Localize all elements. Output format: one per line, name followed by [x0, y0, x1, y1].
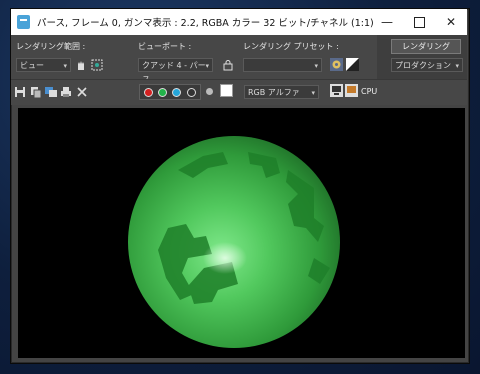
chevron-down-icon: ▾ [314, 62, 318, 70]
hand-pan-icon[interactable] [75, 59, 87, 71]
frame-buffer-icon[interactable] [345, 84, 358, 97]
region-select-icon[interactable] [91, 59, 103, 71]
blue-channel-toggle[interactable] [172, 88, 181, 97]
render-setup-icon[interactable] [330, 58, 343, 71]
copy-icon[interactable] [30, 86, 42, 98]
chevron-down-icon: ▾ [311, 89, 315, 97]
lock-icon[interactable] [222, 59, 234, 71]
chevron-down-icon: ▾ [455, 62, 459, 70]
preset-dropdown[interactable]: ▾ [243, 58, 322, 72]
cpu-label: CPU [361, 87, 378, 96]
preset-label: レンダリング プリセット : [243, 42, 339, 51]
green-channel-toggle[interactable] [158, 88, 167, 97]
chevron-down-icon: ▾ [205, 62, 209, 70]
channel-display-dropdown[interactable]: RGB アルファ ▾ [244, 85, 319, 99]
mono-toggle[interactable] [206, 88, 213, 95]
render-button[interactable]: レンダリング [391, 39, 461, 54]
environment-effects-icon[interactable] [346, 58, 359, 71]
chevron-down-icon: ▾ [63, 62, 67, 70]
render-viewport[interactable] [18, 108, 465, 358]
rendered-sphere [128, 136, 340, 348]
viewport-dropdown[interactable]: クアッド 4 - パース ▾ [138, 58, 213, 84]
render-area-label: レンダリング範囲 : [16, 42, 86, 51]
viewport-label: ビューポート : [138, 42, 192, 51]
clone-window-icon[interactable] [45, 86, 57, 98]
title-bar: パース, フレーム 0, ガンマ表示 : 2.2, RGBA カラー 32 ビッ… [11, 9, 467, 35]
save-icon[interactable] [14, 86, 26, 98]
minimize-button[interactable]: — [371, 9, 403, 35]
clear-icon[interactable] [76, 86, 88, 98]
production-dropdown[interactable]: プロダクション ▾ [391, 58, 463, 72]
maximize-button[interactable] [403, 9, 435, 35]
render-area-dropdown[interactable]: ビュー ▾ [16, 58, 71, 72]
close-button[interactable]: ✕ [435, 9, 467, 35]
background-color-swatch[interactable] [220, 84, 233, 97]
red-channel-toggle[interactable] [144, 88, 153, 97]
render-area-value: ビュー [20, 61, 44, 70]
window-title: パース, フレーム 0, ガンマ表示 : 2.2, RGBA カラー 32 ビッ… [37, 18, 374, 29]
app-icon [17, 15, 30, 29]
alpha-channel-toggle[interactable] [187, 88, 196, 97]
production-value: プロダクション [395, 61, 451, 70]
maximize-icon [413, 16, 425, 28]
print-icon[interactable] [60, 86, 72, 98]
display-toggle-icon[interactable] [330, 84, 343, 97]
channel-display-value: RGB アルファ [248, 88, 300, 97]
channel-toggle-group [139, 84, 201, 100]
